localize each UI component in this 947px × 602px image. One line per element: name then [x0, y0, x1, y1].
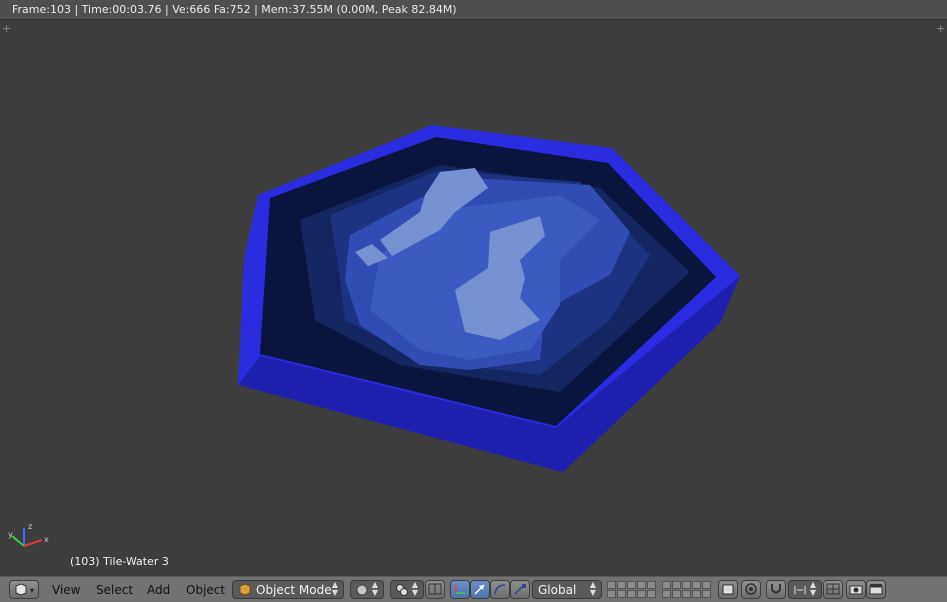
rotate-arc-icon	[494, 584, 506, 595]
translate-manipulator-button[interactable]	[450, 580, 470, 599]
render-opengl-button[interactable]	[846, 580, 866, 599]
layer-button[interactable]	[647, 581, 656, 589]
scale-icon	[514, 584, 526, 595]
axis-label-z: z	[28, 522, 32, 531]
3d-view-header: ▾ View Select Add Object Object Mode ▲ ▼ …	[0, 576, 947, 602]
layer-button[interactable]	[702, 581, 711, 589]
rotate-manipulator-button[interactable]	[490, 580, 510, 599]
transform-orientation-dropdown[interactable]: Global ▲ ▼	[532, 580, 602, 599]
axis-label-x: x	[44, 535, 49, 544]
cube-icon: ▾	[15, 583, 34, 596]
menu-select[interactable]: Select	[96, 583, 133, 597]
layer-button[interactable]	[607, 581, 616, 589]
svg-text:▾: ▾	[30, 586, 34, 595]
layer-button[interactable]	[607, 590, 616, 598]
pivot-point-dropdown[interactable]: ▲ ▼	[390, 580, 424, 599]
transform-axes-icon	[455, 584, 465, 594]
layer-button[interactable]	[627, 590, 636, 598]
dropdown-arrows-icon: ▲ ▼	[589, 580, 596, 597]
move-manipulator-button[interactable]	[470, 580, 490, 599]
axis-label-y: y	[8, 530, 13, 539]
camera-icon	[849, 585, 863, 595]
layer-button[interactable]	[692, 581, 701, 589]
clapperboard-icon	[869, 584, 883, 595]
layer-button[interactable]	[637, 581, 646, 589]
layer-button[interactable]	[647, 590, 656, 598]
orientation-label: Global	[538, 583, 577, 597]
snap-element-dropdown[interactable]: ▲ ▼	[788, 580, 822, 599]
layer-button[interactable]	[637, 590, 646, 598]
active-object-label: (103) Tile-Water 3	[70, 555, 169, 568]
layer-button[interactable]	[617, 590, 626, 598]
manipulator-toggle[interactable]	[425, 580, 445, 599]
axis-gizmo: z y x	[8, 522, 49, 547]
render-animation-button[interactable]	[866, 580, 886, 599]
dropdown-arrows-icon: ▲ ▼	[331, 580, 338, 597]
dropdown-arrows-icon: ▲ ▼	[371, 580, 378, 597]
object-mode-icon	[239, 583, 251, 596]
3d-viewport[interactable]: + + z y x (103) Tile-Water 3	[0, 20, 947, 576]
dropdown-arrows-icon: ▲ ▼	[411, 580, 418, 597]
layer-button[interactable]	[662, 590, 671, 598]
proportional-editing-button[interactable]	[741, 580, 761, 599]
mode-label: Object Mode	[256, 583, 332, 597]
scale-manipulator-button[interactable]	[510, 580, 530, 599]
layer-button[interactable]	[627, 581, 636, 589]
snap-toggle-button[interactable]	[766, 580, 786, 599]
mode-dropdown[interactable]: Object Mode ▲ ▼	[232, 580, 344, 599]
snap-target-icon	[826, 583, 840, 595]
move-arrow-icon	[474, 584, 485, 595]
snap-increment-icon	[794, 586, 806, 594]
scene-statistics: Frame:103 | Time:00:03.76 | Ve:666 Fa:75…	[12, 3, 457, 16]
menu-add[interactable]: Add	[147, 583, 170, 597]
manipulator-icon	[428, 583, 442, 595]
water-tile-model[interactable]	[0, 20, 947, 576]
menu-view[interactable]: View	[52, 583, 80, 597]
layer-button[interactable]	[702, 590, 711, 598]
solid-shading-icon	[356, 584, 368, 596]
layer-button[interactable]	[617, 581, 626, 589]
editor-type-button[interactable]: ▾	[9, 580, 39, 599]
dropdown-arrows-icon: ▲ ▼	[809, 580, 816, 597]
menu-object[interactable]: Object	[186, 583, 225, 597]
layers-grid-right[interactable]	[662, 581, 711, 598]
info-header: Frame:103 | Time:00:03.76 | Ve:666 Fa:75…	[0, 0, 947, 20]
proportional-edit-icon	[745, 583, 757, 595]
snap-target-button[interactable]	[823, 580, 843, 599]
layer-button[interactable]	[692, 590, 701, 598]
layers-grid-left[interactable]	[607, 581, 656, 598]
layer-button[interactable]	[662, 581, 671, 589]
layer-button[interactable]	[682, 590, 691, 598]
viewport-shading-dropdown[interactable]: ▲ ▼	[350, 580, 384, 599]
layer-button[interactable]	[672, 590, 681, 598]
layer-button[interactable]	[672, 581, 681, 589]
layers-lock-icon	[722, 584, 734, 595]
lock-camera-layers-button[interactable]	[718, 580, 738, 599]
magnet-icon	[771, 584, 781, 594]
pivot-point-icon	[396, 584, 408, 596]
layer-button[interactable]	[682, 581, 691, 589]
